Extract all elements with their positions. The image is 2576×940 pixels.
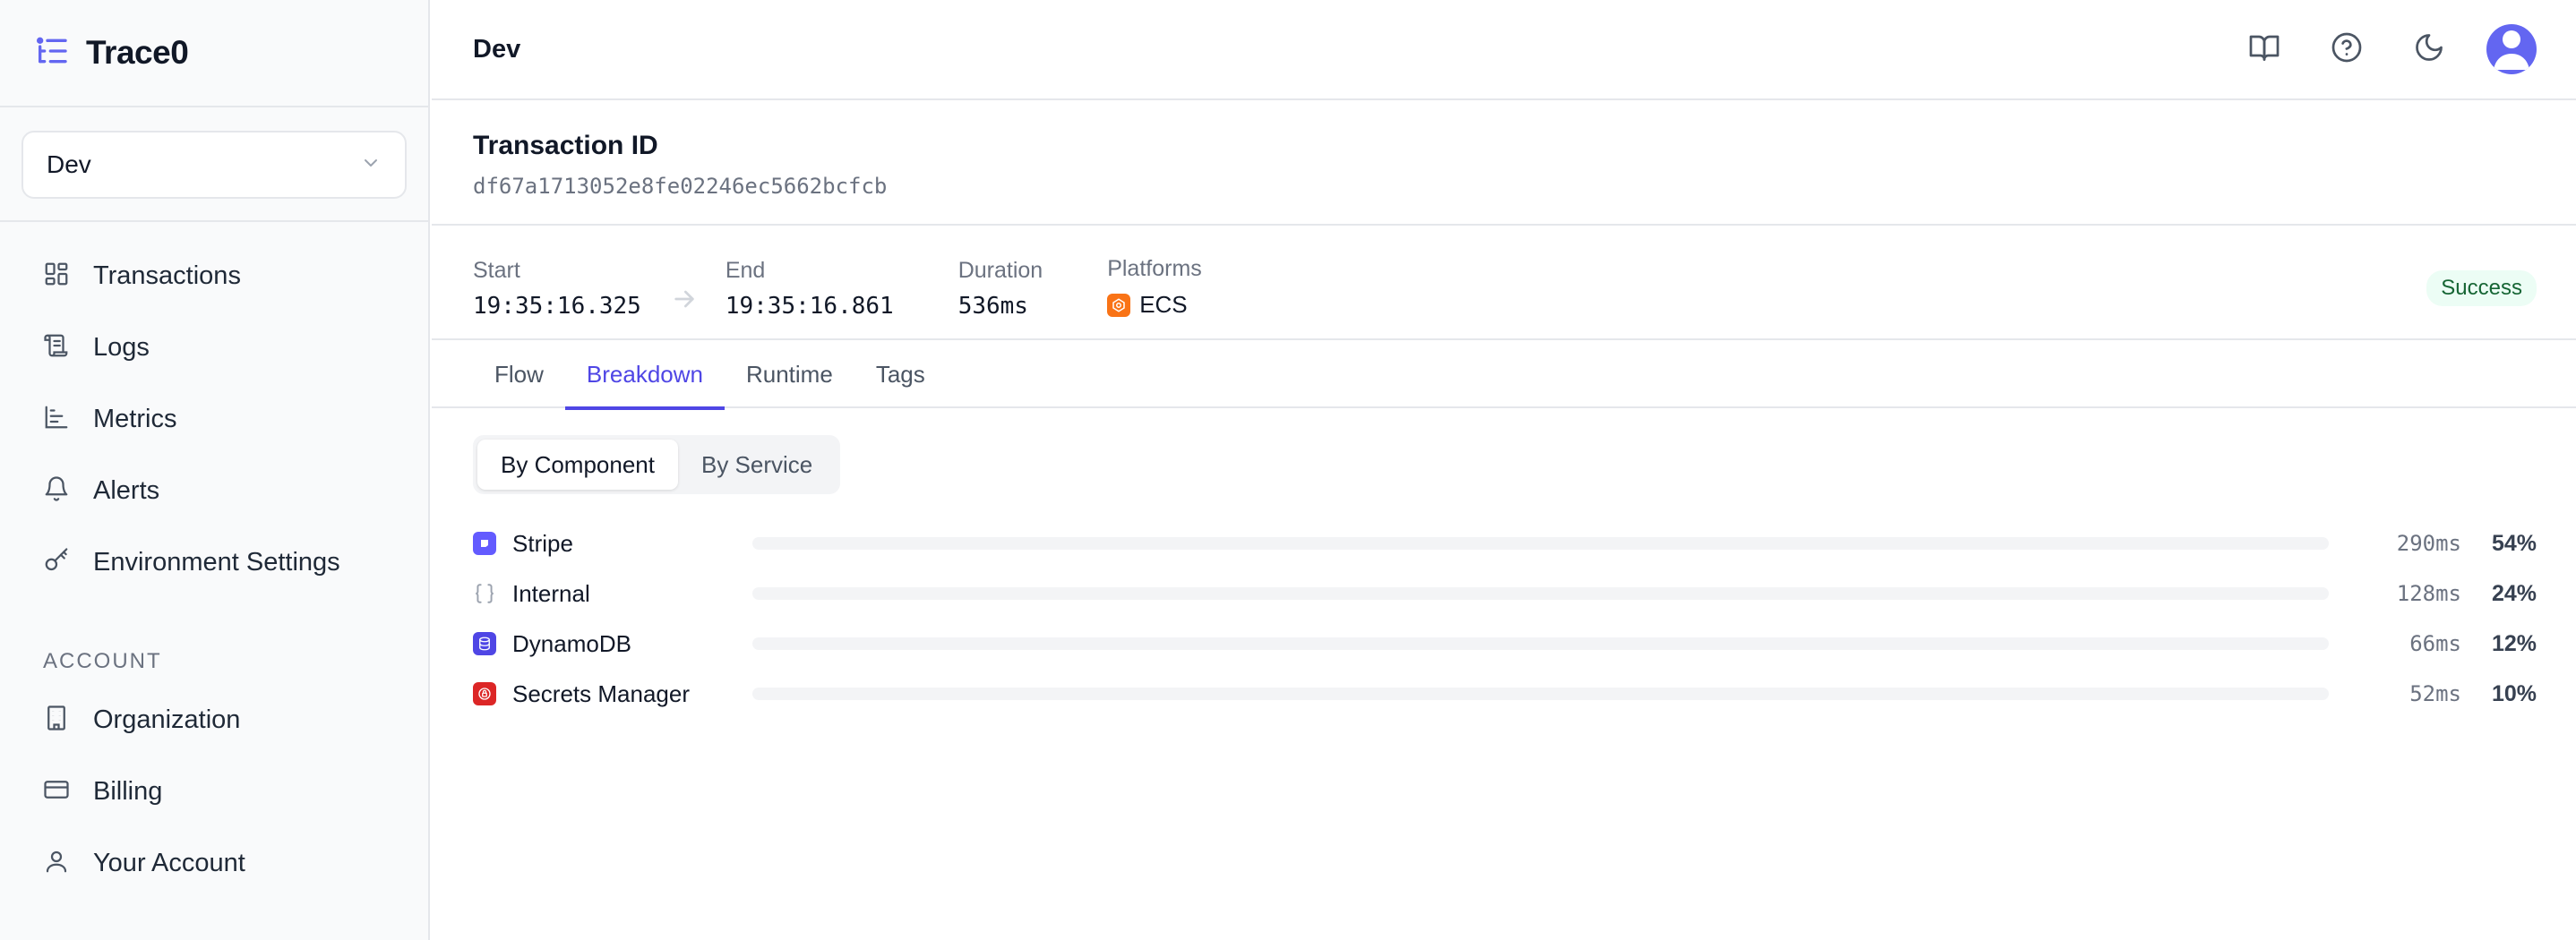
account-section-label: ACCOUNT xyxy=(43,649,162,673)
building-icon xyxy=(43,705,70,736)
arrow-right-icon xyxy=(670,285,699,313)
view-toggle: By Component By Service xyxy=(473,435,841,494)
brand-name: Trace0 xyxy=(86,34,189,71)
component-name: Internal xyxy=(512,579,590,607)
tab-tags[interactable]: Tags xyxy=(854,340,947,408)
breakdown-row-stripe[interactable]: Stripe 290ms 54% xyxy=(473,518,2537,568)
main-nav: Transactions Logs Metrics Alerts Environ… xyxy=(0,222,428,899)
duration-bar-track xyxy=(752,637,2329,650)
duration-bar-track xyxy=(752,537,2329,550)
start-info: Start 19:35:16.325 xyxy=(473,258,641,320)
sidebar-item-label: Logs xyxy=(93,332,150,362)
component-duration: 66ms xyxy=(2409,631,2461,656)
component-name: DynamoDB xyxy=(512,629,631,657)
component-percentage: 10% xyxy=(2491,680,2537,706)
main-content: Dev Transaction ID df67a1713052e8fe02246… xyxy=(432,0,2576,940)
sidebar-item-billing[interactable]: Billing xyxy=(0,756,428,827)
help-circle-icon xyxy=(2331,31,2363,68)
bell-icon xyxy=(43,475,70,507)
duration-bar-track xyxy=(752,688,2329,700)
tab-runtime[interactable]: Runtime xyxy=(725,340,854,408)
user-icon xyxy=(43,848,70,879)
platform-name: ECS xyxy=(1139,291,1188,318)
transaction-id: df67a1713052e8fe02246ec5662bcfcb xyxy=(473,174,888,199)
top-bar: Dev xyxy=(432,0,2576,100)
sidebar-item-label: Environment Settings xyxy=(93,547,340,577)
transaction-meta: Start 19:35:16.325 End 19:35:16.861 Dura… xyxy=(432,226,2576,340)
duration-label: Duration xyxy=(957,258,1043,283)
platforms-info: Platforms ECS xyxy=(1107,256,1202,319)
breakdown-row-secrets-manager[interactable]: Secrets Manager 52ms 10% xyxy=(473,669,2537,719)
list-logo-icon xyxy=(34,33,70,73)
sidebar-item-transactions[interactable]: Transactions xyxy=(0,240,428,312)
avatar[interactable] xyxy=(2486,24,2537,74)
sidebar-item-organization[interactable]: Organization xyxy=(0,684,428,756)
start-label: Start xyxy=(473,258,520,283)
duration-value: 536ms xyxy=(957,293,1028,320)
docs-button[interactable] xyxy=(2239,24,2289,74)
key-icon xyxy=(43,547,70,578)
theme-toggle-button[interactable] xyxy=(2404,24,2454,74)
breakdown-row-internal[interactable]: Internal 128ms 24% xyxy=(473,568,2537,619)
sidebar-item-label: Your Account xyxy=(93,848,245,877)
breakdown-list: Stripe 290ms 54% Internal 128ms 24% Dyna… xyxy=(473,518,2537,719)
sidebar-item-label: Billing xyxy=(93,776,163,806)
bar-chart-icon xyxy=(43,404,70,435)
duration-info: Duration 536ms xyxy=(958,258,1043,320)
sidebar-item-label: Transactions xyxy=(93,261,241,290)
component-duration: 128ms xyxy=(2396,581,2461,606)
component-duration: 290ms xyxy=(2396,531,2461,556)
dynamodb-icon xyxy=(473,632,496,655)
sidebar: Trace0 Dev Transactions Logs Metrics Ale… xyxy=(0,0,430,940)
scroll-icon xyxy=(43,332,70,363)
transaction-header: Transaction ID df67a1713052e8fe02246ec56… xyxy=(432,100,2576,226)
help-button[interactable] xyxy=(2322,24,2372,74)
end-info: End 19:35:16.861 xyxy=(726,258,894,320)
platforms-label: Platforms xyxy=(1107,256,1202,281)
status-badge: Success xyxy=(2426,270,2537,306)
sidebar-item-label: Organization xyxy=(93,705,241,734)
component-percentage: 54% xyxy=(2491,530,2537,556)
component-name: Secrets Manager xyxy=(512,679,690,707)
end-time: 19:35:16.861 xyxy=(725,293,894,320)
environment-select[interactable]: Dev xyxy=(21,131,407,199)
chevron-down-icon xyxy=(360,152,382,178)
ecs-icon xyxy=(1107,293,1131,317)
duration-bar-track xyxy=(752,587,2329,600)
tab-breakdown[interactable]: Breakdown xyxy=(564,340,726,410)
by-service-button[interactable]: By Service xyxy=(678,440,836,490)
sidebar-item-logs[interactable]: Logs xyxy=(0,312,428,383)
by-component-button[interactable]: By Component xyxy=(477,440,678,490)
brand[interactable]: Trace0 xyxy=(0,0,428,107)
sidebar-item-label: Alerts xyxy=(93,475,160,505)
page-title: Dev xyxy=(473,34,521,64)
grid-icon xyxy=(43,261,70,292)
stripe-icon xyxy=(473,532,496,555)
secrets-manager-icon xyxy=(473,682,496,705)
braces-icon xyxy=(473,582,496,605)
component-name: Stripe xyxy=(512,529,573,557)
component-percentage: 24% xyxy=(2491,580,2537,606)
sidebar-item-metrics[interactable]: Metrics xyxy=(0,383,428,455)
moon-icon xyxy=(2413,31,2445,68)
book-open-icon xyxy=(2248,31,2280,68)
tab-flow[interactable]: Flow xyxy=(473,340,565,408)
tabs: Flow Breakdown Runtime Tags xyxy=(432,340,2576,410)
component-percentage: 12% xyxy=(2491,630,2537,656)
credit-card-icon xyxy=(43,776,70,808)
component-duration: 52ms xyxy=(2409,681,2461,706)
sidebar-item-label: Metrics xyxy=(93,404,177,433)
sidebar-item-your-account[interactable]: Your Account xyxy=(0,827,428,899)
user-avatar-icon xyxy=(2486,24,2537,74)
platform-item: ECS xyxy=(1107,291,1202,319)
start-time: 19:35:16.325 xyxy=(473,293,641,320)
environment-select-value: Dev xyxy=(47,150,91,178)
sidebar-item-environment-settings[interactable]: Environment Settings xyxy=(0,526,428,598)
breakdown-row-dynamodb[interactable]: DynamoDB 66ms 12% xyxy=(473,619,2537,669)
transaction-id-label: Transaction ID xyxy=(473,131,658,160)
end-label: End xyxy=(725,258,766,283)
sidebar-item-alerts[interactable]: Alerts xyxy=(0,455,428,526)
